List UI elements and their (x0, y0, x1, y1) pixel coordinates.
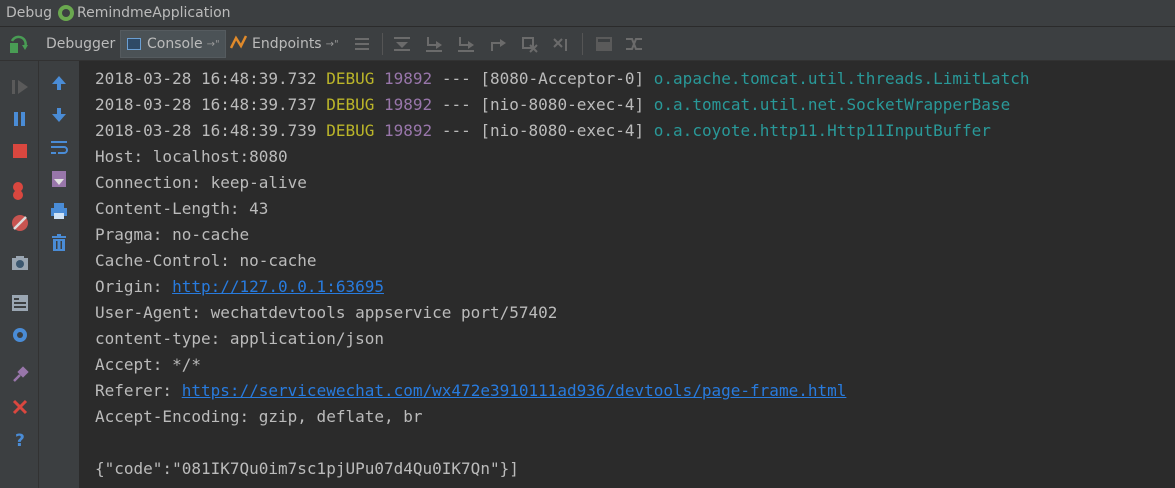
header-accept: Accept: */* (95, 355, 201, 374)
down-arrow-icon[interactable] (49, 105, 69, 125)
toolbar-separator (582, 33, 583, 55)
scroll-to-end-icon[interactable] (49, 169, 69, 189)
origin-link[interactable]: http://127.0.0.1:63695 (172, 277, 384, 296)
tab-console-label: Console (147, 36, 203, 52)
log-timestamp: 2018-03-28 16:48:39.737 (95, 95, 317, 114)
header-origin: Origin: http://127.0.0.1:63695 (95, 274, 384, 300)
header-user-agent: User-Agent: wechatdevtools appservice po… (95, 303, 558, 322)
console-actions-strip (39, 61, 80, 488)
clear-all-icon[interactable] (49, 233, 69, 253)
log-thread: [nio-8080-exec-4] (480, 95, 645, 114)
log-level: DEBUG (326, 69, 375, 88)
log-line: 2018-03-28 16:48:39.732 DEBUG 19892 --- … (95, 66, 1029, 92)
soft-wrap-icon[interactable] (49, 137, 69, 157)
log-thread: [8080-Acceptor-0] (480, 69, 645, 88)
settings-icon[interactable] (10, 325, 30, 345)
rerun-icon[interactable] (8, 35, 30, 55)
step-into-icon[interactable] (424, 35, 444, 53)
trace-icon[interactable] (624, 35, 644, 53)
log-logger: o.apache.tomcat.util.threads.LimitLatch (653, 69, 1030, 88)
log-thread: [nio-8080-exec-4] (480, 121, 645, 140)
pin-icon[interactable] (10, 365, 30, 385)
request-body: {"code":"081IK7Qu0im7sc1pjUPu07d4Qu0IK7Q… (95, 459, 519, 478)
pause-icon[interactable] (10, 109, 30, 129)
title-bar: Debug RemindmeApplication (0, 0, 1175, 27)
header-connection: Connection: keep-alive (95, 173, 307, 192)
header-origin-key: Origin: (95, 277, 173, 296)
evaluate-expression-icon[interactable] (594, 35, 614, 53)
header-referer: Referer: https://servicewechat.com/wx472… (95, 378, 846, 404)
step-out-icon[interactable] (488, 35, 508, 53)
tab-debugger[interactable]: Debugger (46, 30, 115, 58)
log-pid: 19892 (384, 95, 433, 114)
toolbar-separator (382, 33, 383, 55)
header-content-length: Content-Length: 43 (95, 199, 269, 218)
console-output[interactable]: 2018-03-28 16:48:39.732 DEBUG 19892 --- … (80, 61, 1175, 488)
header-accept-encoding: Accept-Encoding: gzip, deflate, br (95, 407, 423, 426)
view-breakpoints-icon[interactable] (10, 181, 30, 201)
log-separator: --- (441, 69, 471, 88)
log-timestamp: 2018-03-28 16:48:39.732 (95, 69, 317, 88)
log-timestamp: 2018-03-28 16:48:39.739 (95, 121, 317, 140)
resume-icon[interactable] (10, 77, 30, 97)
close-icon[interactable] (10, 397, 30, 417)
tab-console[interactable]: Console →" (120, 30, 226, 58)
header-pragma: Pragma: no-cache (95, 225, 250, 244)
run-to-cursor-icon[interactable] (552, 35, 572, 53)
step-over-icon[interactable] (392, 35, 412, 53)
log-logger: o.a.coyote.http11.Http11InputBuffer (653, 121, 991, 140)
log-level: DEBUG (326, 121, 375, 140)
log-level: DEBUG (326, 95, 375, 114)
help-icon[interactable]: ? (10, 429, 30, 451)
tab-endpoints[interactable]: Endpoints →" (229, 30, 339, 58)
tab-endpoints-label: Endpoints (252, 36, 322, 52)
spring-boot-icon (58, 5, 75, 21)
run-configuration-name[interactable]: RemindmeApplication (77, 5, 230, 21)
log-line: 2018-03-28 16:48:39.739 DEBUG 19892 --- … (95, 118, 991, 144)
debug-actions-strip: ? (0, 61, 39, 488)
log-separator: --- (441, 95, 471, 114)
get-thread-dump-icon[interactable] (10, 253, 30, 273)
log-pid: 19892 (384, 121, 433, 140)
header-cache-control: Cache-Control: no-cache (95, 251, 317, 270)
header-referer-key: Referer: (95, 381, 182, 400)
debug-toolbar: Debugger Console →" Endpoints →" (0, 27, 1175, 61)
header-content-type: content-type: application/json (95, 329, 384, 348)
log-logger: o.a.tomcat.util.net.SocketWrapperBase (653, 95, 1011, 114)
log-separator: --- (441, 121, 471, 140)
pin-tab-icon[interactable]: →" (207, 39, 220, 50)
debug-window-label: Debug (6, 5, 53, 21)
console-icon (127, 38, 141, 50)
force-step-into-icon[interactable] (456, 35, 476, 53)
endpoints-icon (229, 34, 248, 54)
header-host: Host: localhost:8080 (95, 147, 288, 166)
up-arrow-icon[interactable] (49, 73, 69, 93)
pin-tab-icon[interactable]: →" (326, 39, 339, 50)
mute-breakpoints-icon[interactable] (10, 213, 30, 233)
drop-frame-icon[interactable] (520, 35, 540, 53)
svg-text:?: ? (15, 431, 25, 449)
restore-layout-icon[interactable] (10, 293, 30, 313)
show-execution-point-icon[interactable] (352, 35, 372, 53)
referer-link[interactable]: https://servicewechat.com/wx472e3910111a… (182, 381, 847, 400)
log-pid: 19892 (384, 69, 433, 88)
log-line: 2018-03-28 16:48:39.737 DEBUG 19892 --- … (95, 92, 1010, 118)
tab-debugger-label: Debugger (46, 36, 116, 52)
stop-icon[interactable] (10, 141, 30, 161)
print-icon[interactable] (49, 201, 69, 221)
